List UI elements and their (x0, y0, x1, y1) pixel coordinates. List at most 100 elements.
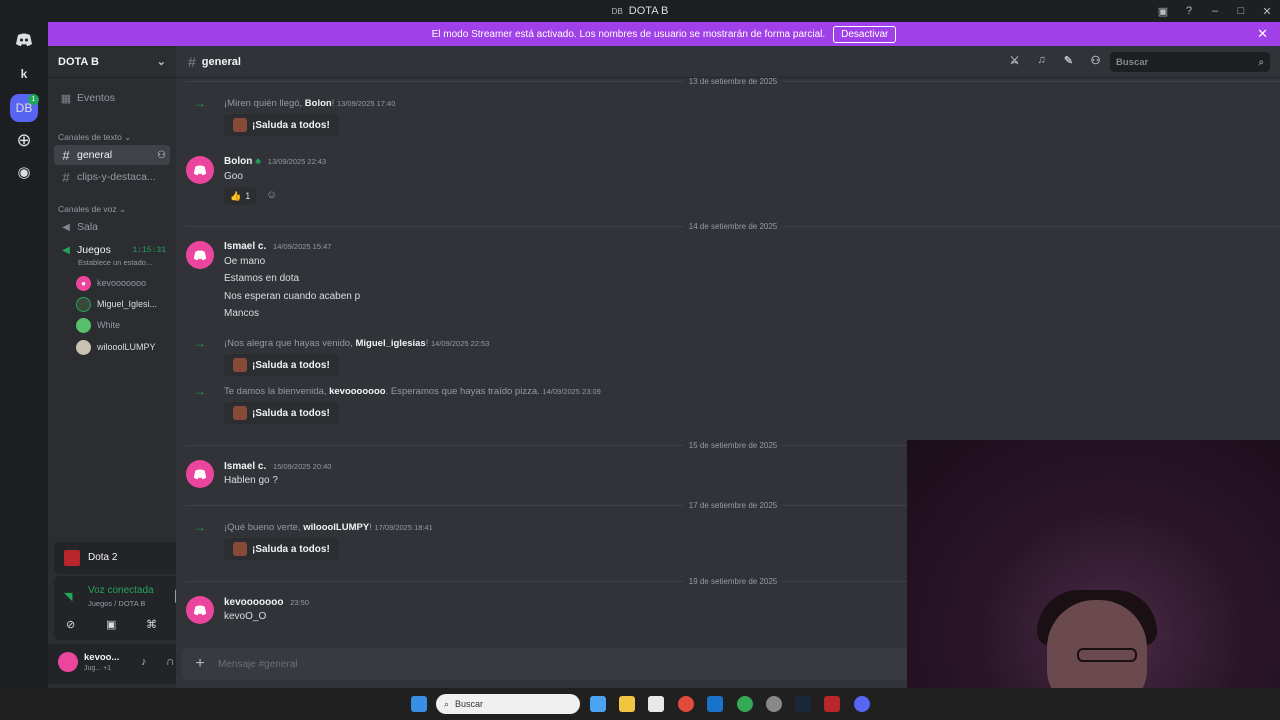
voice-channel-juegos[interactable]: ◀ Juegos 1:15:31 (54, 240, 170, 260)
pin-icon[interactable]: ✎ (1060, 54, 1077, 67)
search-input[interactable]: Buscar ⌕ (1110, 52, 1270, 72)
voice-user[interactable]: ● kevooooooo (76, 274, 146, 292)
wave-button-label: ¡Saluda a todos! (252, 407, 330, 419)
server-k[interactable]: k (10, 60, 38, 88)
members-icon[interactable]: ⚇ (1087, 54, 1104, 67)
message-author[interactable]: Bolon ♣ 13/09/2025 22:43 (224, 156, 326, 167)
voice-user[interactable]: Miguel_Iglesi... (76, 295, 157, 313)
add-server-icon[interactable]: ⊕ (10, 126, 38, 154)
wave-sticker-icon (233, 118, 247, 132)
dota-icon (64, 550, 80, 566)
voice-user[interactable]: wilooolLUMPY (76, 338, 156, 356)
close-banner-icon[interactable]: ✕ (1257, 26, 1268, 42)
headphones-icon[interactable]: ∩ (166, 654, 175, 668)
avatar[interactable] (186, 241, 214, 269)
author-name: Bolon (224, 156, 253, 167)
channel-general[interactable]: # general ⚇ (54, 145, 170, 165)
hash-icon: # (62, 147, 70, 163)
store-icon[interactable] (648, 696, 664, 712)
message-author[interactable]: Ismael c. 14/09/2025 15:47 (224, 241, 331, 252)
activity-icon[interactable]: ⌘ (146, 618, 157, 631)
hash-icon: # (188, 53, 196, 70)
message-text: Estamos en dota (224, 273, 300, 284)
message-text: Goo (224, 171, 243, 182)
user-name[interactable]: kevoo... (84, 652, 119, 663)
outlook-icon[interactable] (707, 696, 723, 712)
reaction-thumbs-up[interactable]: 👍 1 (224, 187, 257, 205)
arrow-right-icon: → (194, 336, 206, 350)
file-explorer-icon[interactable] (619, 696, 635, 712)
copilot-icon[interactable] (590, 696, 606, 712)
threads-icon[interactable]: ⚔ (1006, 54, 1023, 67)
text-category-label: Canales de texto (58, 132, 122, 142)
maximize-button[interactable]: □ (1228, 5, 1254, 17)
wave-button[interactable]: ¡Saluda a todos! (224, 538, 339, 560)
deactivate-button[interactable]: Desactivar (833, 25, 897, 43)
system-join-message: → ¡Nos alegra que hayas venido, Miguel_i… (194, 336, 489, 350)
avatar[interactable] (186, 460, 214, 488)
bell-icon[interactable]: ♫ (1033, 54, 1050, 67)
wave-button[interactable]: ¡Saluda a todos! (224, 114, 339, 136)
wave-button[interactable]: ¡Saluda a todos! (224, 354, 339, 376)
voice-user-name: Miguel_Iglesi... (97, 299, 158, 309)
steam-icon[interactable] (795, 696, 811, 712)
message-author[interactable]: Ismael c. 15/09/2025 20:40 (224, 461, 331, 472)
help-icon[interactable]: ? (1176, 5, 1202, 17)
system-message-post: . Esperamos que hayas traído pizza. (385, 386, 540, 397)
system-message-user[interactable]: wilooolLUMPY (303, 522, 369, 533)
voice-channel-sala[interactable]: ◀ Sala (54, 217, 170, 237)
signal-icon[interactable]: ◥ (64, 590, 72, 603)
discord-home-icon[interactable] (10, 26, 38, 54)
server-header[interactable]: DOTA B ⌄ (48, 46, 176, 78)
thumbs-up-icon: 👍 (230, 190, 242, 201)
avatar[interactable] (186, 596, 214, 624)
invite-icon[interactable]: ⚇ (157, 150, 166, 161)
system-message-user[interactable]: Bolon (305, 98, 332, 109)
message-author[interactable]: kevooooooo 23:50 (224, 597, 309, 608)
channel-header: # general ⚔ ♫ ✎ ⚇ Buscar ⌕ (176, 46, 1280, 78)
channel-clips[interactable]: # clips-y-destaca... (54, 167, 170, 187)
avatar[interactable] (58, 652, 78, 672)
avatar[interactable] (186, 156, 214, 184)
system-message-user[interactable]: kevooooooo (329, 386, 385, 397)
reaction-count: 1 (245, 191, 251, 201)
add-reaction-icon[interactable]: ☺ (266, 189, 277, 201)
channel-clips-label: clips-y-destaca... (77, 171, 156, 183)
voice-user-name: wilooolLUMPY (97, 342, 156, 352)
discord-icon[interactable] (854, 696, 870, 712)
voice-status-label[interactable]: Voz conectada (88, 585, 154, 596)
system-message-post: ! (331, 98, 335, 109)
search-icon: ⌕ (1258, 56, 1264, 68)
wave-sticker-icon (233, 406, 247, 420)
system-message-user[interactable]: Miguel_iglesias (356, 338, 426, 349)
inbox-icon[interactable]: ▣ (1150, 5, 1176, 18)
discover-icon[interactable]: ◉ (10, 158, 38, 186)
text-category[interactable]: Canales de texto ⌄ (58, 132, 131, 143)
voice-status[interactable]: Establece un estado... (78, 258, 152, 267)
start-icon[interactable] (411, 696, 427, 712)
mic-icon[interactable]: ♪ (141, 656, 147, 668)
system-message-post: ! (369, 522, 372, 533)
add-attachment-icon[interactable]: + (182, 655, 218, 673)
system-message-pre: ¡Miren quién llegó, (224, 98, 305, 109)
events-item[interactable]: ▦ Eventos (54, 88, 170, 108)
wave-button[interactable]: ¡Saluda a todos! (224, 402, 339, 424)
app-icon[interactable] (766, 696, 782, 712)
chrome-icon[interactable] (678, 696, 694, 712)
hash-icon: # (62, 169, 70, 185)
voice-category[interactable]: Canales de voz ⌄ (58, 204, 126, 215)
server-list: k DB 1 ⊕ ◉ (0, 22, 48, 688)
camera-off-icon[interactable]: ⊘ (66, 618, 75, 631)
taskbar-search[interactable]: ⌕ Buscar (436, 694, 580, 714)
dota-icon[interactable] (824, 696, 840, 712)
voice-user-name: White (97, 320, 121, 330)
voice-user[interactable]: White (76, 316, 120, 334)
chrome-icon[interactable] (737, 696, 753, 712)
timestamp: 15/09/2025 20:40 (273, 462, 332, 471)
screen-share-icon[interactable]: ▣ (106, 618, 116, 631)
close-window-button[interactable]: ✕ (1254, 5, 1280, 18)
voice-location[interactable]: Juegos / DOTA B (88, 599, 145, 608)
streamer-banner-text: El modo Streamer está activado. Los nomb… (431, 28, 826, 40)
webcam-overlay (907, 440, 1280, 720)
minimize-button[interactable]: – (1202, 5, 1228, 17)
